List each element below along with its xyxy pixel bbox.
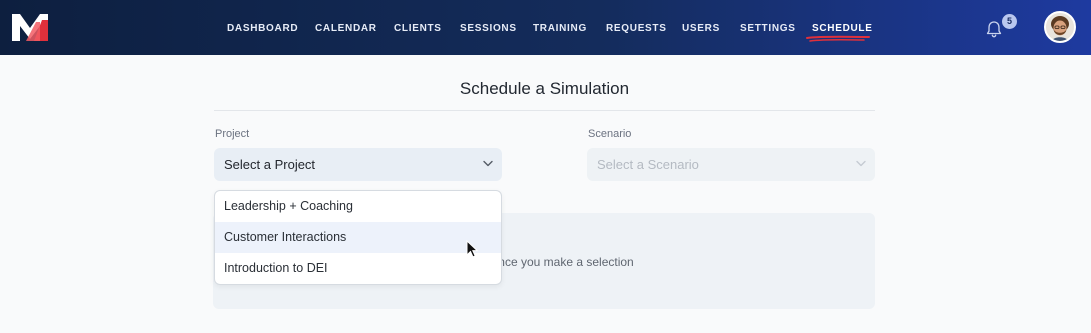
page-title: Schedule a Simulation — [459, 79, 630, 98]
scenario-label: Scenario — [588, 128, 632, 140]
title-divider — [214, 110, 875, 111]
option-introduction-to-dei[interactable]: Introduction to DEI — [215, 253, 501, 284]
nav-dashboard[interactable]: DASHBOARD — [227, 23, 298, 34]
nav-clients[interactable]: CLIENTS — [394, 23, 442, 34]
scenario-select-value: Select a Scenario — [597, 157, 699, 172]
nav-users[interactable]: USERS — [682, 23, 720, 34]
option-customer-interactions[interactable]: Customer Interactions — [215, 222, 501, 253]
nav-settings[interactable]: SETTINGS — [740, 23, 796, 34]
chevron-down-icon — [856, 160, 866, 167]
top-nav-bar: DASHBOARD CALENDAR CLIENTS SESSIONS TRAI… — [0, 0, 1091, 55]
project-select[interactable]: Select a Project — [214, 148, 502, 181]
project-label: Project — [215, 128, 250, 140]
active-nav-underline — [806, 35, 870, 42]
bell-icon[interactable] — [985, 20, 1003, 38]
project-dropdown-menu: Leadership + Coaching Customer Interacti… — [214, 190, 502, 285]
nav-training[interactable]: TRAINING — [533, 23, 587, 34]
nav-calendar[interactable]: CALENDAR — [315, 23, 377, 34]
mouse-pointer-icon — [466, 240, 478, 258]
avatar[interactable] — [1044, 11, 1076, 43]
user-photo — [1046, 13, 1074, 41]
chevron-down-icon — [483, 160, 493, 167]
project-select-value: Select a Project — [224, 157, 316, 172]
notification-badge: 5 — [1002, 14, 1017, 29]
nav-schedule[interactable]: SCHEDULE — [812, 23, 873, 34]
nav-sessions[interactable]: SESSIONS — [460, 23, 517, 34]
scenario-select[interactable]: Select a Scenario — [587, 148, 875, 181]
nav-requests[interactable]: REQUESTS — [606, 23, 667, 34]
option-leadership-coaching[interactable]: Leadership + Coaching — [215, 191, 501, 222]
main-nav: DASHBOARD CALENDAR CLIENTS SESSIONS TRAI… — [0, 0, 1091, 55]
